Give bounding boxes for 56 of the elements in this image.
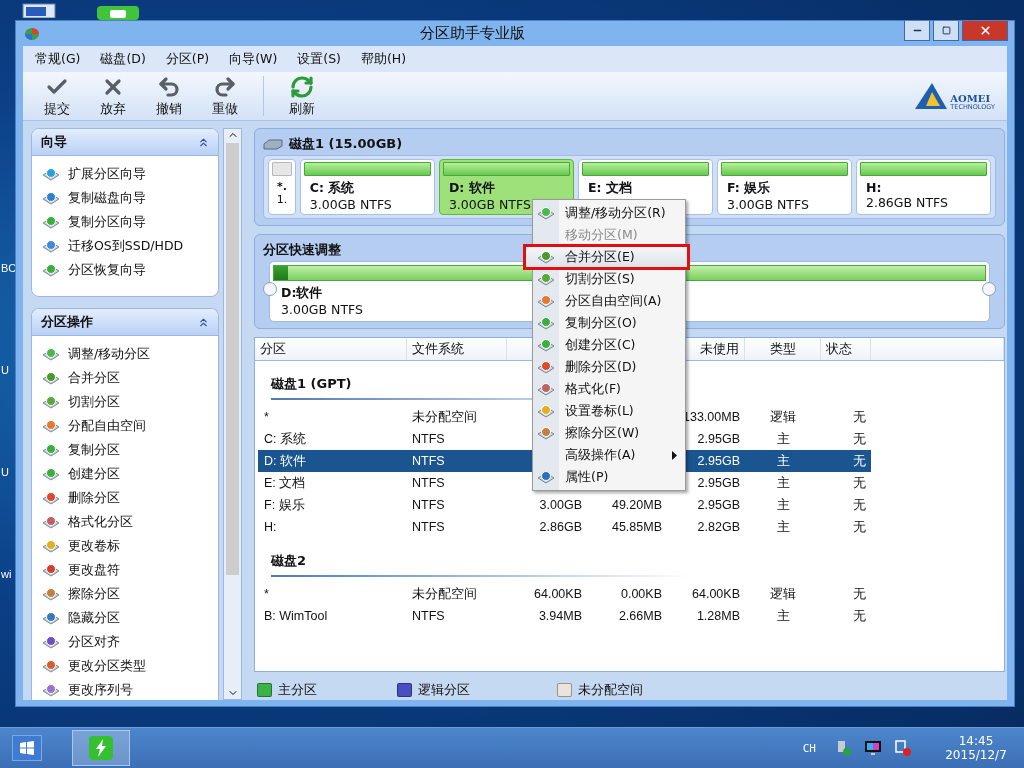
- table-cell: NTFS: [412, 454, 445, 468]
- partition-name: D:软件: [281, 285, 323, 302]
- table-cell: 无: [853, 474, 866, 492]
- table-cell: 2.86GB: [539, 520, 582, 534]
- table-cell: 3.94MB: [538, 609, 582, 623]
- desktop-icon-label: BC: [1, 262, 15, 274]
- table-cell: 49.20MB: [611, 498, 662, 512]
- table-cell: 未分配空间: [412, 408, 477, 426]
- table-cell: NTFS: [412, 432, 445, 446]
- table-cell: 主: [776, 607, 790, 625]
- table-cell: 无: [853, 607, 866, 625]
- partition-info: 3.00GB NTFS: [281, 302, 363, 317]
- table-cell: 主: [776, 518, 790, 536]
- table-cell: NTFS: [412, 609, 445, 623]
- desktop-icon-label: wi: [1, 568, 13, 580]
- table-cell: 64.00KB: [692, 587, 740, 601]
- desktop-icon-label: U: [1, 364, 10, 376]
- panel-title: 分区快速调整: [263, 241, 341, 259]
- window-title: 分区助手专业版: [418, 24, 526, 43]
- table-cell: 3.00GB: [539, 498, 582, 512]
- table-cell: NTFS: [412, 520, 445, 534]
- table-cell: 133.00MB: [683, 410, 740, 424]
- table-cell: 逻辑: [770, 408, 796, 426]
- table-cell: 2.82GB: [697, 520, 740, 534]
- table-cell: 逻辑: [770, 585, 796, 603]
- table-cell: 1.28MB: [696, 609, 740, 623]
- disk-title: 磁盘1 (15.00GB): [289, 135, 403, 153]
- table-cell: 主: [776, 474, 790, 492]
- table-cell: 2.95GB: [697, 498, 740, 512]
- table-cell: 2.95GB: [697, 432, 740, 446]
- legend-label: 逻辑分区: [418, 681, 470, 699]
- desktop-icon-label: U: [1, 466, 10, 478]
- table-cell: 未分配空间: [412, 585, 477, 603]
- logo-text: AOMEI: [950, 93, 992, 104]
- table-cell: 2.66MB: [618, 609, 662, 623]
- table-cell: 无: [853, 496, 866, 514]
- table-cell: NTFS: [412, 476, 445, 490]
- table-cell: 2.95GB: [697, 454, 740, 468]
- table-cell: NTFS: [412, 498, 445, 512]
- legend-label: 未分配空间: [578, 681, 643, 699]
- table-cell: 主: [776, 430, 790, 448]
- table-cell: 0.00KB: [621, 587, 662, 601]
- disk-group-title: 磁盘2: [271, 552, 691, 577]
- table-cell: 主: [776, 496, 790, 514]
- table-cell: 2.95GB: [697, 476, 740, 490]
- panel-title: 向导: [41, 133, 67, 151]
- panel-title: 分区操作: [41, 313, 93, 331]
- table-cell: 无: [853, 430, 866, 448]
- legend-label: 主分区: [278, 681, 317, 699]
- table-cell: 无: [853, 585, 866, 603]
- table-cell: 64.00KB: [534, 587, 582, 601]
- table-cell: 主: [776, 452, 790, 470]
- table-cell: 无: [853, 408, 866, 426]
- table-cell: 无: [853, 518, 866, 536]
- table-cell: 无: [853, 452, 866, 470]
- table-cell: 45.85MB: [611, 520, 662, 534]
